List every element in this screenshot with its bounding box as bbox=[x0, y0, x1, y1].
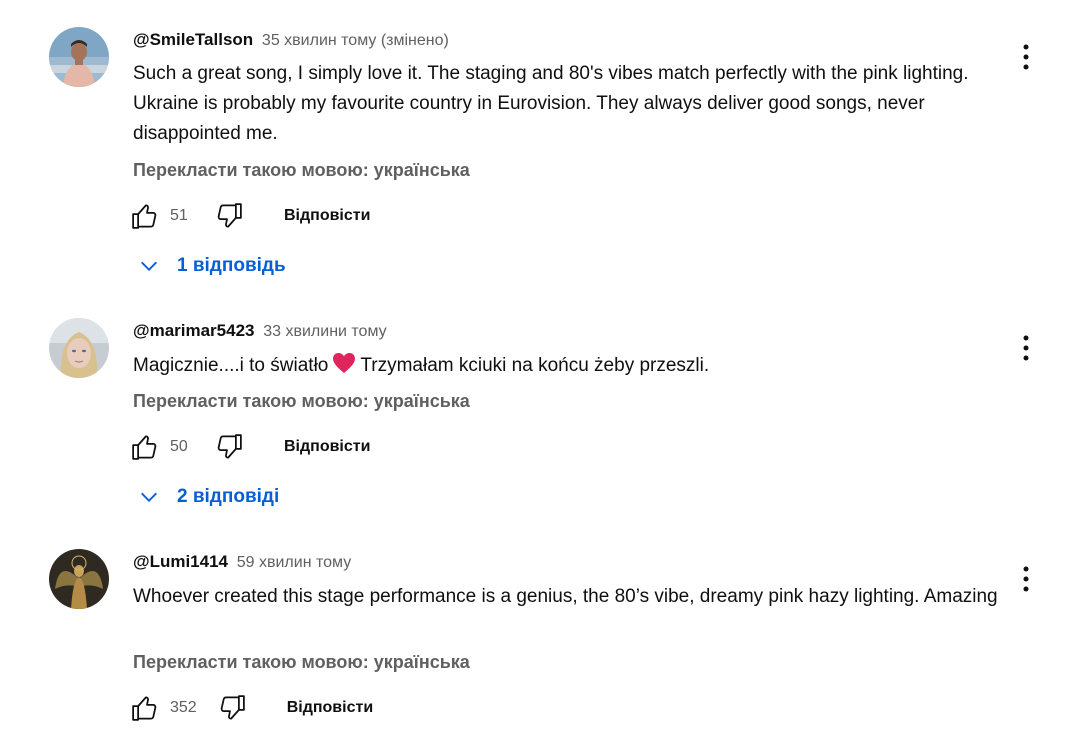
comment-text: Magicznie....i to światło Trzymałam kciuk… bbox=[133, 351, 1013, 384]
thumbs-down-icon bbox=[220, 695, 245, 720]
replies-count-label[interactable]: 2 відповіді bbox=[177, 486, 279, 508]
dislike-button[interactable] bbox=[217, 693, 247, 723]
show-replies-button[interactable]: 1 відповідь bbox=[138, 255, 286, 277]
dislike-button[interactable] bbox=[214, 432, 244, 462]
like-button[interactable] bbox=[130, 432, 160, 462]
reply-button[interactable]: Відповісти bbox=[287, 699, 373, 717]
comment-menu-button[interactable] bbox=[1016, 564, 1036, 594]
thumbs-up-icon bbox=[132, 204, 157, 229]
comment-actions: 352 Відповісти bbox=[130, 693, 373, 723]
translate-link[interactable]: Перекласти такою мовою: українська bbox=[133, 391, 470, 412]
translate-link[interactable]: Перекласти такою мовою: українська bbox=[133, 160, 470, 181]
chevron-down-icon bbox=[141, 261, 157, 271]
more-vert-icon bbox=[1023, 335, 1029, 361]
reply-button[interactable]: Відповісти bbox=[284, 438, 370, 456]
comment-menu-button[interactable] bbox=[1016, 42, 1036, 72]
comment-author[interactable]: @Lumi1414 bbox=[133, 552, 228, 571]
thumbs-down-icon bbox=[217, 203, 242, 228]
more-vert-icon bbox=[1023, 566, 1029, 592]
comment-actions: 50 Відповісти bbox=[130, 432, 370, 462]
like-count: 50 bbox=[170, 438, 188, 455]
like-button[interactable] bbox=[130, 693, 160, 723]
translate-link[interactable]: Перекласти такою мовою: українська bbox=[133, 652, 470, 673]
comment-actions: 51 Відповісти bbox=[130, 201, 370, 231]
comment-text-part: Magicznie....i to światło bbox=[133, 355, 329, 376]
comment-menu-button[interactable] bbox=[1016, 333, 1036, 363]
avatar[interactable] bbox=[49, 318, 109, 378]
comment-timestamp[interactable]: 59 хвилин тому bbox=[237, 554, 351, 571]
comment-text-part: Trzymałam kciuki na końcu żeby przeszli. bbox=[360, 355, 710, 376]
show-replies-button[interactable]: 2 відповіді bbox=[138, 486, 279, 508]
avatar[interactable] bbox=[49, 27, 109, 87]
comment-timestamp[interactable]: 35 хвилин тому (змінено) bbox=[262, 32, 449, 49]
comment-author[interactable]: @SmileTallson bbox=[133, 30, 253, 49]
like-button[interactable] bbox=[130, 201, 160, 231]
like-count: 352 bbox=[170, 699, 197, 716]
thumbs-up-icon bbox=[132, 435, 157, 460]
like-count: 51 bbox=[170, 207, 188, 224]
replies-count-label[interactable]: 1 відповідь bbox=[177, 255, 286, 277]
more-vert-icon bbox=[1023, 44, 1029, 70]
comment-text: Such a great song, I simply love it. The… bbox=[133, 63, 969, 144]
profile-photo-icon bbox=[49, 318, 109, 378]
thumbs-down-icon bbox=[217, 434, 242, 459]
thumbs-up-icon bbox=[132, 696, 157, 721]
avatar[interactable] bbox=[49, 549, 109, 609]
dislike-button[interactable] bbox=[214, 201, 244, 231]
chevron-down-icon bbox=[141, 492, 157, 502]
comment-author[interactable]: @marimar5423 bbox=[133, 321, 255, 340]
comment-text: Whoever created this stage performance i… bbox=[133, 586, 998, 607]
reply-button[interactable]: Відповісти bbox=[284, 207, 370, 225]
profile-photo-icon bbox=[49, 549, 109, 609]
profile-photo-icon bbox=[49, 27, 109, 87]
comment-timestamp[interactable]: 33 хвилини тому bbox=[263, 323, 386, 340]
red-heart-icon bbox=[332, 352, 356, 384]
